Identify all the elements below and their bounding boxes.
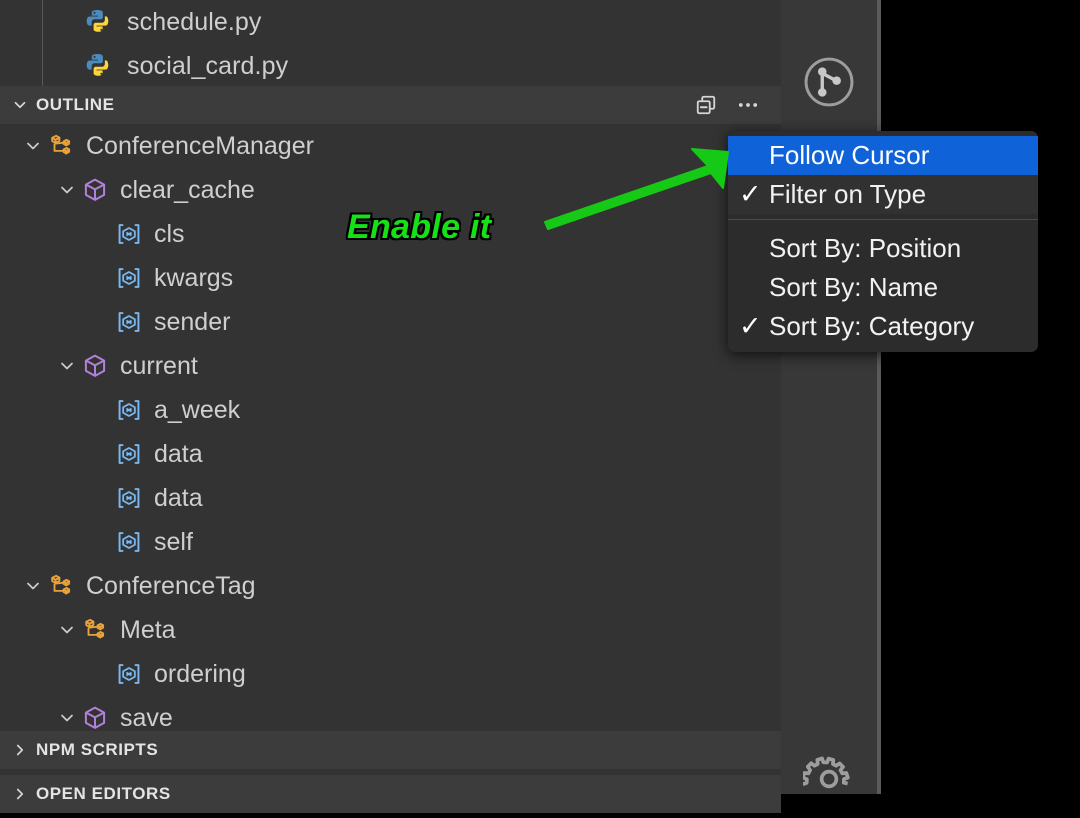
symbol-variable-icon xyxy=(116,221,142,247)
chevron-down-icon[interactable] xyxy=(20,133,46,159)
npm-scripts-section-title: NPM SCRIPTS xyxy=(36,740,159,759)
symbol-method-icon xyxy=(82,353,108,379)
outline-tree-item-meta[interactable]: Meta xyxy=(0,608,781,652)
symbol-class-icon xyxy=(48,133,74,159)
chevron-down-icon[interactable] xyxy=(54,617,80,643)
outline-item-label: a_week xyxy=(154,395,241,424)
menu-item-sort-by-name[interactable]: ✓Sort By: Name xyxy=(728,268,1038,307)
symbol-variable-icon xyxy=(116,529,142,555)
chevron-down-icon[interactable] xyxy=(20,573,46,599)
chevron-right-icon xyxy=(10,784,30,804)
outline-tree-item-self[interactable]: self xyxy=(0,520,781,564)
source-control-icon[interactable] xyxy=(781,43,877,121)
menu-item-label: Filter on Type xyxy=(769,179,927,209)
symbol-variable-icon xyxy=(116,265,142,291)
symbol-method-icon xyxy=(82,177,108,203)
outline-item-label: Meta xyxy=(120,615,176,644)
outline-tree-item-a-week[interactable]: a_week xyxy=(0,388,781,432)
menu-item-filter-on-type[interactable]: ✓ Filter on Type xyxy=(728,175,1038,214)
outline-item-label: ordering xyxy=(154,659,246,688)
outline-item-label: kwargs xyxy=(154,263,234,292)
outline-item-label: ConferenceTag xyxy=(86,571,256,600)
chevron-down-icon xyxy=(10,95,30,115)
outline-item-label: save xyxy=(120,703,173,732)
outline-tree-item-conferencemanager[interactable]: ConferenceManager xyxy=(0,124,781,168)
menu-item-sort-by-position[interactable]: ✓Sort By: Position xyxy=(728,229,1038,268)
sidebar: schedule.py social_card.py OUTLINE Confe… xyxy=(0,0,781,813)
vscode-window: schedule.py social_card.py OUTLINE Confe… xyxy=(0,0,1080,813)
menu-separator xyxy=(728,219,1038,220)
outline-header-actions xyxy=(687,88,767,122)
file-label: schedule.py xyxy=(127,7,262,36)
outline-tree-item-data[interactable]: data xyxy=(0,476,781,520)
symbol-variable-icon xyxy=(116,397,142,423)
npm-scripts-section-header[interactable]: NPM SCRIPTS xyxy=(0,731,781,769)
outline-tree-item-sender[interactable]: sender xyxy=(0,300,781,344)
menu-group: ✓Sort By: Position✓Sort By: Name✓Sort By… xyxy=(728,229,1038,346)
outline-item-label: self xyxy=(154,527,193,556)
chevron-down-icon[interactable] xyxy=(54,705,80,731)
outline-tree-item-ordering[interactable]: ordering xyxy=(0,652,781,696)
chevron-right-icon xyxy=(10,740,30,760)
menu-item-label: Follow Cursor xyxy=(769,140,930,170)
outline-item-label: ConferenceManager xyxy=(86,131,314,160)
menu-item-label: Sort By: Category xyxy=(769,311,975,341)
outline-item-label: clear_cache xyxy=(120,175,255,204)
symbol-variable-icon xyxy=(116,485,142,511)
file-label: social_card.py xyxy=(127,51,289,80)
menu-item-label: Sort By: Name xyxy=(769,272,939,302)
outline-tree-item-current[interactable]: current xyxy=(0,344,781,388)
callout-text: Enable it xyxy=(347,208,492,246)
outline-item-label: current xyxy=(120,351,198,380)
symbol-variable-icon xyxy=(116,309,142,335)
chevron-down-icon[interactable] xyxy=(54,177,80,203)
collapse-all-icon[interactable] xyxy=(687,88,725,122)
more-actions-icon[interactable] xyxy=(729,88,767,122)
symbol-method-icon xyxy=(82,705,108,731)
check-icon: ✓ xyxy=(739,311,762,341)
outline-tree-item-kwargs[interactable]: kwargs xyxy=(0,256,781,300)
outline-section-title: OUTLINE xyxy=(36,95,115,114)
symbol-variable-icon xyxy=(116,441,142,467)
outline-view-context-menu[interactable]: ✓Follow Cursor✓Filter on Type✓Sort By: P… xyxy=(728,131,1038,352)
menu-item-follow-cursor[interactable]: ✓Follow Cursor xyxy=(728,136,1038,175)
outline-item-label: data xyxy=(154,439,203,468)
menu-group: ✓Follow Cursor✓Filter on Type xyxy=(728,136,1038,214)
outline-tree-item-clear-cache[interactable]: clear_cache xyxy=(0,168,781,212)
python-file-icon xyxy=(83,51,113,81)
outline-item-label: data xyxy=(154,483,203,512)
menu-item-label: Sort By: Position xyxy=(769,233,962,263)
chevron-down-icon[interactable] xyxy=(54,353,80,379)
open-editors-section-title: OPEN EDITORS xyxy=(36,784,171,803)
empty-region xyxy=(881,0,1080,794)
outline-item-label: sender xyxy=(154,307,231,336)
python-file-icon xyxy=(83,7,113,37)
outline-item-label: cls xyxy=(154,219,185,248)
file-row[interactable]: social_card.py xyxy=(0,44,781,88)
check-icon: ✓ xyxy=(739,179,762,209)
manage-gear-icon[interactable] xyxy=(781,740,877,818)
symbol-variable-icon xyxy=(116,661,142,687)
outline-tree-item-data[interactable]: data xyxy=(0,432,781,476)
open-editors-section-header[interactable]: OPEN EDITORS xyxy=(0,775,781,813)
symbol-class-icon xyxy=(82,617,108,643)
menu-item-sort-by-category[interactable]: ✓ Sort By: Category xyxy=(728,307,1038,346)
explorer-file-list: schedule.py social_card.py xyxy=(0,0,781,86)
outline-section-header[interactable]: OUTLINE xyxy=(0,86,781,124)
outline-tree-item-conferencetag[interactable]: ConferenceTag xyxy=(0,564,781,608)
symbol-class-icon xyxy=(48,573,74,599)
outline-tree-item-save[interactable]: save xyxy=(0,696,781,731)
file-row[interactable]: schedule.py xyxy=(0,0,781,44)
